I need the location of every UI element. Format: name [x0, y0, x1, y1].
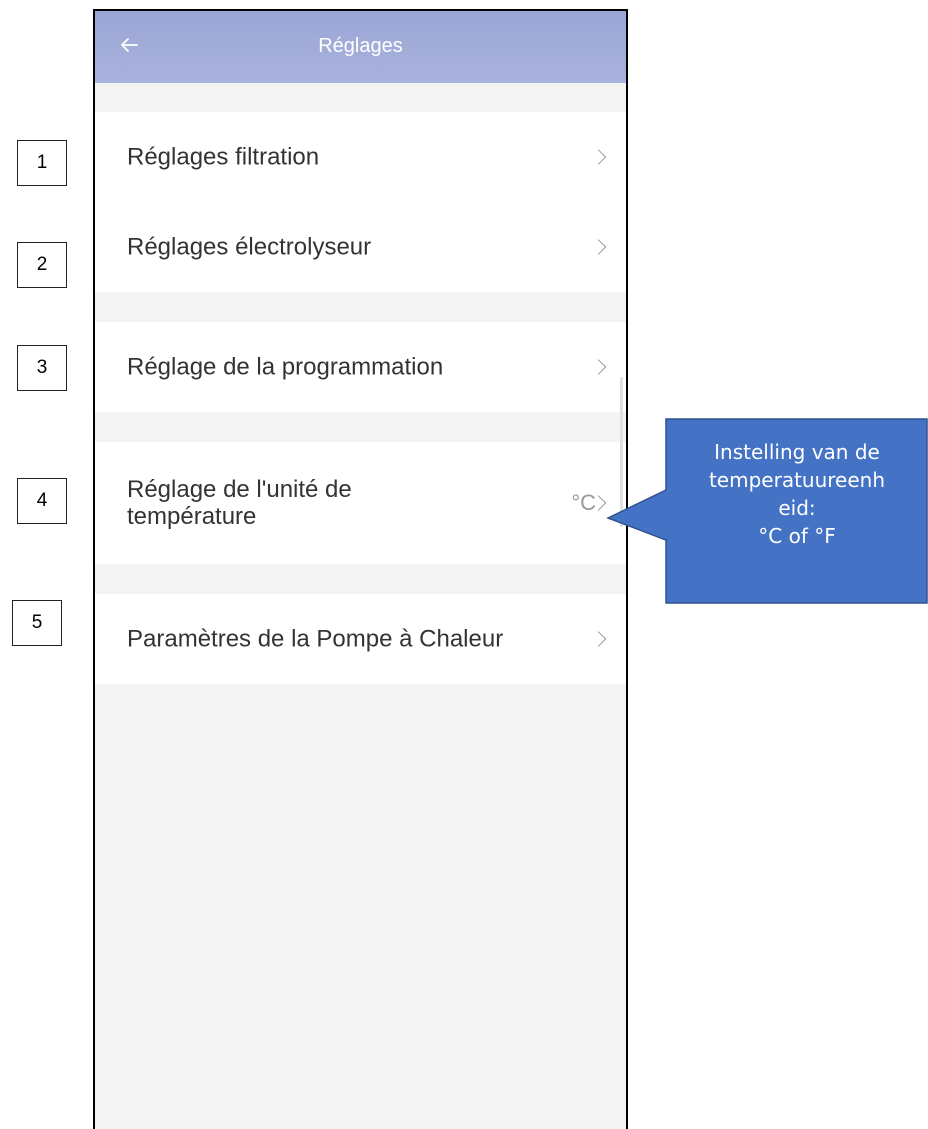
chevron-right-icon — [590, 631, 607, 647]
settings-row-label: Réglages électrolyseur — [127, 233, 372, 261]
chevron-right-icon — [590, 149, 607, 165]
annotation-number-4: 4 — [17, 478, 67, 524]
settings-row-label: Réglages filtration — [127, 143, 320, 171]
settings-row-label: Paramètres de la Pompe à Chaleur — [127, 625, 504, 653]
app-bar: Réglages — [95, 11, 626, 83]
chevron-right-icon — [590, 359, 607, 375]
page-title: Réglages — [318, 35, 403, 57]
screenshot-canvas: 1 2 3 4 5 Réglages Réglages filtration R… — [0, 0, 928, 1129]
settings-group-2: Réglage de la programmation — [95, 322, 626, 412]
annotation-number-3: 3 — [17, 345, 67, 391]
settings-row-programming[interactable]: Réglage de la programmation — [95, 322, 626, 412]
settings-group-3: Réglage de l'unité de température °C — [95, 442, 626, 564]
settings-row-label: Réglage de l'unité de température — [127, 476, 352, 530]
settings-row-electrolyser[interactable]: Réglages électrolyseur — [95, 202, 626, 292]
phone-screen: Réglages Réglages filtration Réglages él… — [93, 9, 628, 1129]
annotation-number-1: 1 — [17, 140, 67, 186]
annotation-number-5: 5 — [12, 600, 62, 646]
settings-row-filtration[interactable]: Réglages filtration — [95, 112, 626, 202]
annotation-number-2: 2 — [17, 242, 67, 288]
callout-text: Instelling van de temperatuureenh eid: °… — [708, 440, 886, 548]
settings-row-label: Réglage de la programmation — [127, 353, 444, 381]
settings-row-heat-pump[interactable]: Paramètres de la Pompe à Chaleur — [95, 594, 626, 684]
chevron-right-icon — [590, 239, 607, 255]
annotation-callout: Instelling van de temperatuureenh eid: °… — [606, 418, 928, 604]
settings-group-4: Paramètres de la Pompe à Chaleur — [95, 594, 626, 684]
settings-row-temperature-unit[interactable]: Réglage de l'unité de température °C — [95, 442, 626, 564]
settings-group-1: Réglages filtration Réglages électrolyse… — [95, 112, 626, 292]
